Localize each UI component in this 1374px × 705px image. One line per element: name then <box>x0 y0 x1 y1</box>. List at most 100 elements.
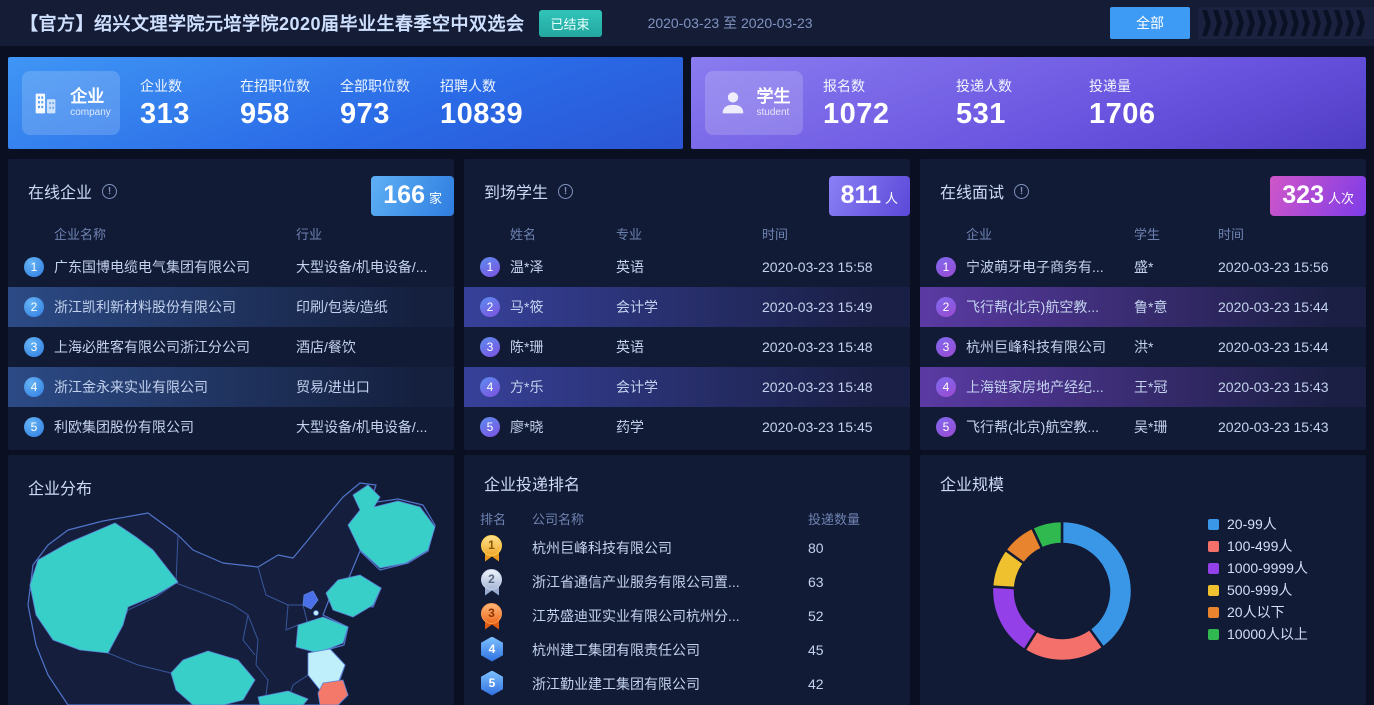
map-region-zhejiang <box>318 680 348 705</box>
cell-count: 52 <box>808 608 894 624</box>
cell-name: 温*泽 <box>510 257 616 277</box>
info-icon[interactable]: ! <box>102 184 117 199</box>
stat-item: 企业数 313 <box>140 76 240 131</box>
row-rank-badge: 5 <box>480 417 500 437</box>
company-card-label: 企业 <box>70 88 111 107</box>
info-icon[interactable]: ! <box>1014 184 1029 199</box>
legend-swatch-icon <box>1208 541 1219 552</box>
cell-name: 浙江勤业建工集团有限公司 <box>532 674 808 694</box>
column-header: 企业 <box>966 224 1134 243</box>
student-stats: 报名数 1072 投递人数 531 投递量 1706 <box>823 76 1352 131</box>
cell-name: 杭州巨峰科技有限公司 <box>532 538 808 558</box>
person-icon <box>718 88 748 118</box>
cell-name: 浙江省通信产业服务有限公司置... <box>532 572 808 592</box>
cell-major: 英语 <box>616 337 762 357</box>
badge-unit: 人次 <box>1328 188 1354 207</box>
donut-slice[interactable] <box>1062 521 1132 648</box>
table-header: 企业名称行业 <box>8 219 454 247</box>
row-rank-badge: 5 <box>936 417 956 437</box>
stat-item: 报名数 1072 <box>823 76 956 131</box>
stat-label: 全部职位数 <box>340 76 440 96</box>
cell-count: 80 <box>808 540 894 556</box>
legend-item[interactable]: 20-99人 <box>1208 513 1308 535</box>
panel-title: 到场学生 <box>484 179 548 203</box>
row-rank-badge: 3 <box>24 337 44 357</box>
online-companies-panel: 在线企业 ! 166 家 企业名称行业 1 广东国博电缆电气集团有限公司大型设备… <box>8 159 454 450</box>
table-row: 1 广东国博电缆电气集团有限公司大型设备/机电设备/... <box>8 247 454 287</box>
top-header: 【官方】绍兴文理学院元培学院2020届毕业生春季空中双选会 已结束 2020-0… <box>0 0 1374 48</box>
legend-item[interactable]: 100-499人 <box>1208 535 1308 557</box>
company-scale-donut-chart <box>920 491 1210 705</box>
badge-unit: 家 <box>429 188 442 207</box>
medal-blue-icon: 4 <box>480 637 504 664</box>
attending-students-panel: 到场学生 ! 811 人 姓名专业时间 1 温*泽英语2020-03-23 15… <box>464 159 910 450</box>
cell-time: 2020-03-23 15:58 <box>762 259 894 275</box>
table-row: 5 飞行帮(北京)航空教...吴*珊2020-03-23 15:43 <box>920 407 1366 447</box>
student-card-label: 学生 <box>757 88 791 107</box>
legend-label: 20-99人 <box>1227 514 1277 534</box>
cell-time: 2020-03-23 15:48 <box>762 339 894 355</box>
table-row: 3 江苏盛迪亚实业有限公司杭州分...52 <box>464 599 910 633</box>
cell-count: 63 <box>808 574 894 590</box>
table-row: 1 宁波萌牙电子商务有...盛*2020-03-23 15:56 <box>920 247 1366 287</box>
cell-company: 飞行帮(北京)航空教... <box>966 417 1134 437</box>
legend-item[interactable]: 1000-9999人 <box>1208 557 1308 579</box>
status-badge: 已结束 <box>539 10 602 37</box>
cell-count: 42 <box>808 676 894 692</box>
stat-item: 在招职位数 958 <box>240 76 340 131</box>
medal-bronze-icon: 3 <box>480 603 504 630</box>
delivery-ranking-panel: 企业投递排名 排名公司名称投递数量 1 杭州巨峰科技有限公司80 2 浙江省通信… <box>464 455 910 705</box>
cell-time: 2020-03-23 15:48 <box>762 379 894 395</box>
company-card-sublabel: company <box>70 107 111 118</box>
cell-time: 2020-03-23 15:49 <box>762 299 894 315</box>
count-badge: 811 人 <box>829 176 910 216</box>
panel-title: 企业分布 <box>28 475 92 499</box>
column-header: 专业 <box>616 224 762 243</box>
cell-name: 上海必胜客有限公司浙江分公司 <box>54 337 296 357</box>
info-icon[interactable]: ! <box>558 184 573 199</box>
stat-value: 958 <box>240 98 340 131</box>
cell-student: 盛* <box>1134 257 1218 277</box>
badge-value: 811 <box>841 181 881 210</box>
table-row: 4 浙江金永来实业有限公司贸易/进出口 <box>8 367 454 407</box>
all-filter-button[interactable]: 全部 <box>1110 7 1190 39</box>
row-rank-badge: 1 <box>936 257 956 277</box>
column-header: 时间 <box>762 224 894 243</box>
stat-label: 报名数 <box>823 76 956 96</box>
middle-panels-row: 在线企业 ! 166 家 企业名称行业 1 广东国博电缆电气集团有限公司大型设备… <box>8 159 1366 450</box>
table-row: 2 马*筱会计学2020-03-23 15:49 <box>464 287 910 327</box>
row-rank-badge: 3 <box>480 337 500 357</box>
table-body: 1 杭州巨峰科技有限公司80 2 浙江省通信产业服务有限公司置...63 3 江… <box>464 531 910 701</box>
cell-name: 杭州建工集团有限责任公司 <box>532 640 808 660</box>
row-rank-badge: 1 <box>24 257 44 277</box>
legend-label: 100-499人 <box>1227 536 1292 556</box>
count-badge: 323 人次 <box>1270 176 1366 216</box>
table-body: 1 广东国博电缆电气集团有限公司大型设备/机电设备/... 2 浙江凯利新材料股… <box>8 247 454 447</box>
donut-slice[interactable] <box>992 587 1037 651</box>
table-header: 姓名专业时间 <box>464 219 910 247</box>
cell-company: 上海链家房地产经纪... <box>966 377 1134 397</box>
column-header: 公司名称 <box>532 509 808 528</box>
buildings-icon <box>31 88 61 118</box>
row-rank-badge: 2 <box>936 297 956 317</box>
row-rank-badge: 1 <box>480 257 500 277</box>
cell-name: 陈*珊 <box>510 337 616 357</box>
cell-major: 会计学 <box>616 297 762 317</box>
legend-item[interactable]: 500-999人 <box>1208 579 1308 601</box>
stat-label: 投递人数 <box>956 76 1089 96</box>
table-row: 4 方*乐会计学2020-03-23 15:48 <box>464 367 910 407</box>
stat-item: 招聘人数 10839 <box>440 76 540 131</box>
legend-item[interactable]: 20人以下 <box>1208 601 1308 623</box>
column-header: 姓名 <box>510 224 616 243</box>
legend-item[interactable]: 10000人以上 <box>1208 623 1308 645</box>
stat-label: 在招职位数 <box>240 76 340 96</box>
badge-value: 323 <box>1282 181 1324 210</box>
cell-major: 英语 <box>616 257 762 277</box>
cell-industry: 印刷/包装/造纸 <box>296 297 438 317</box>
bottom-panels-row: 企业分布 <box>8 455 1366 705</box>
table-row: 4 杭州建工集团有限责任公司45 <box>464 633 910 667</box>
map-region-tianjin <box>314 611 319 616</box>
column-header: 时间 <box>1218 224 1350 243</box>
cell-name: 江苏盛迪亚实业有限公司杭州分... <box>532 606 808 626</box>
company-stats-card: 企业 company 企业数 313 在招职位数 958 全部职位数 973 招… <box>8 57 683 149</box>
